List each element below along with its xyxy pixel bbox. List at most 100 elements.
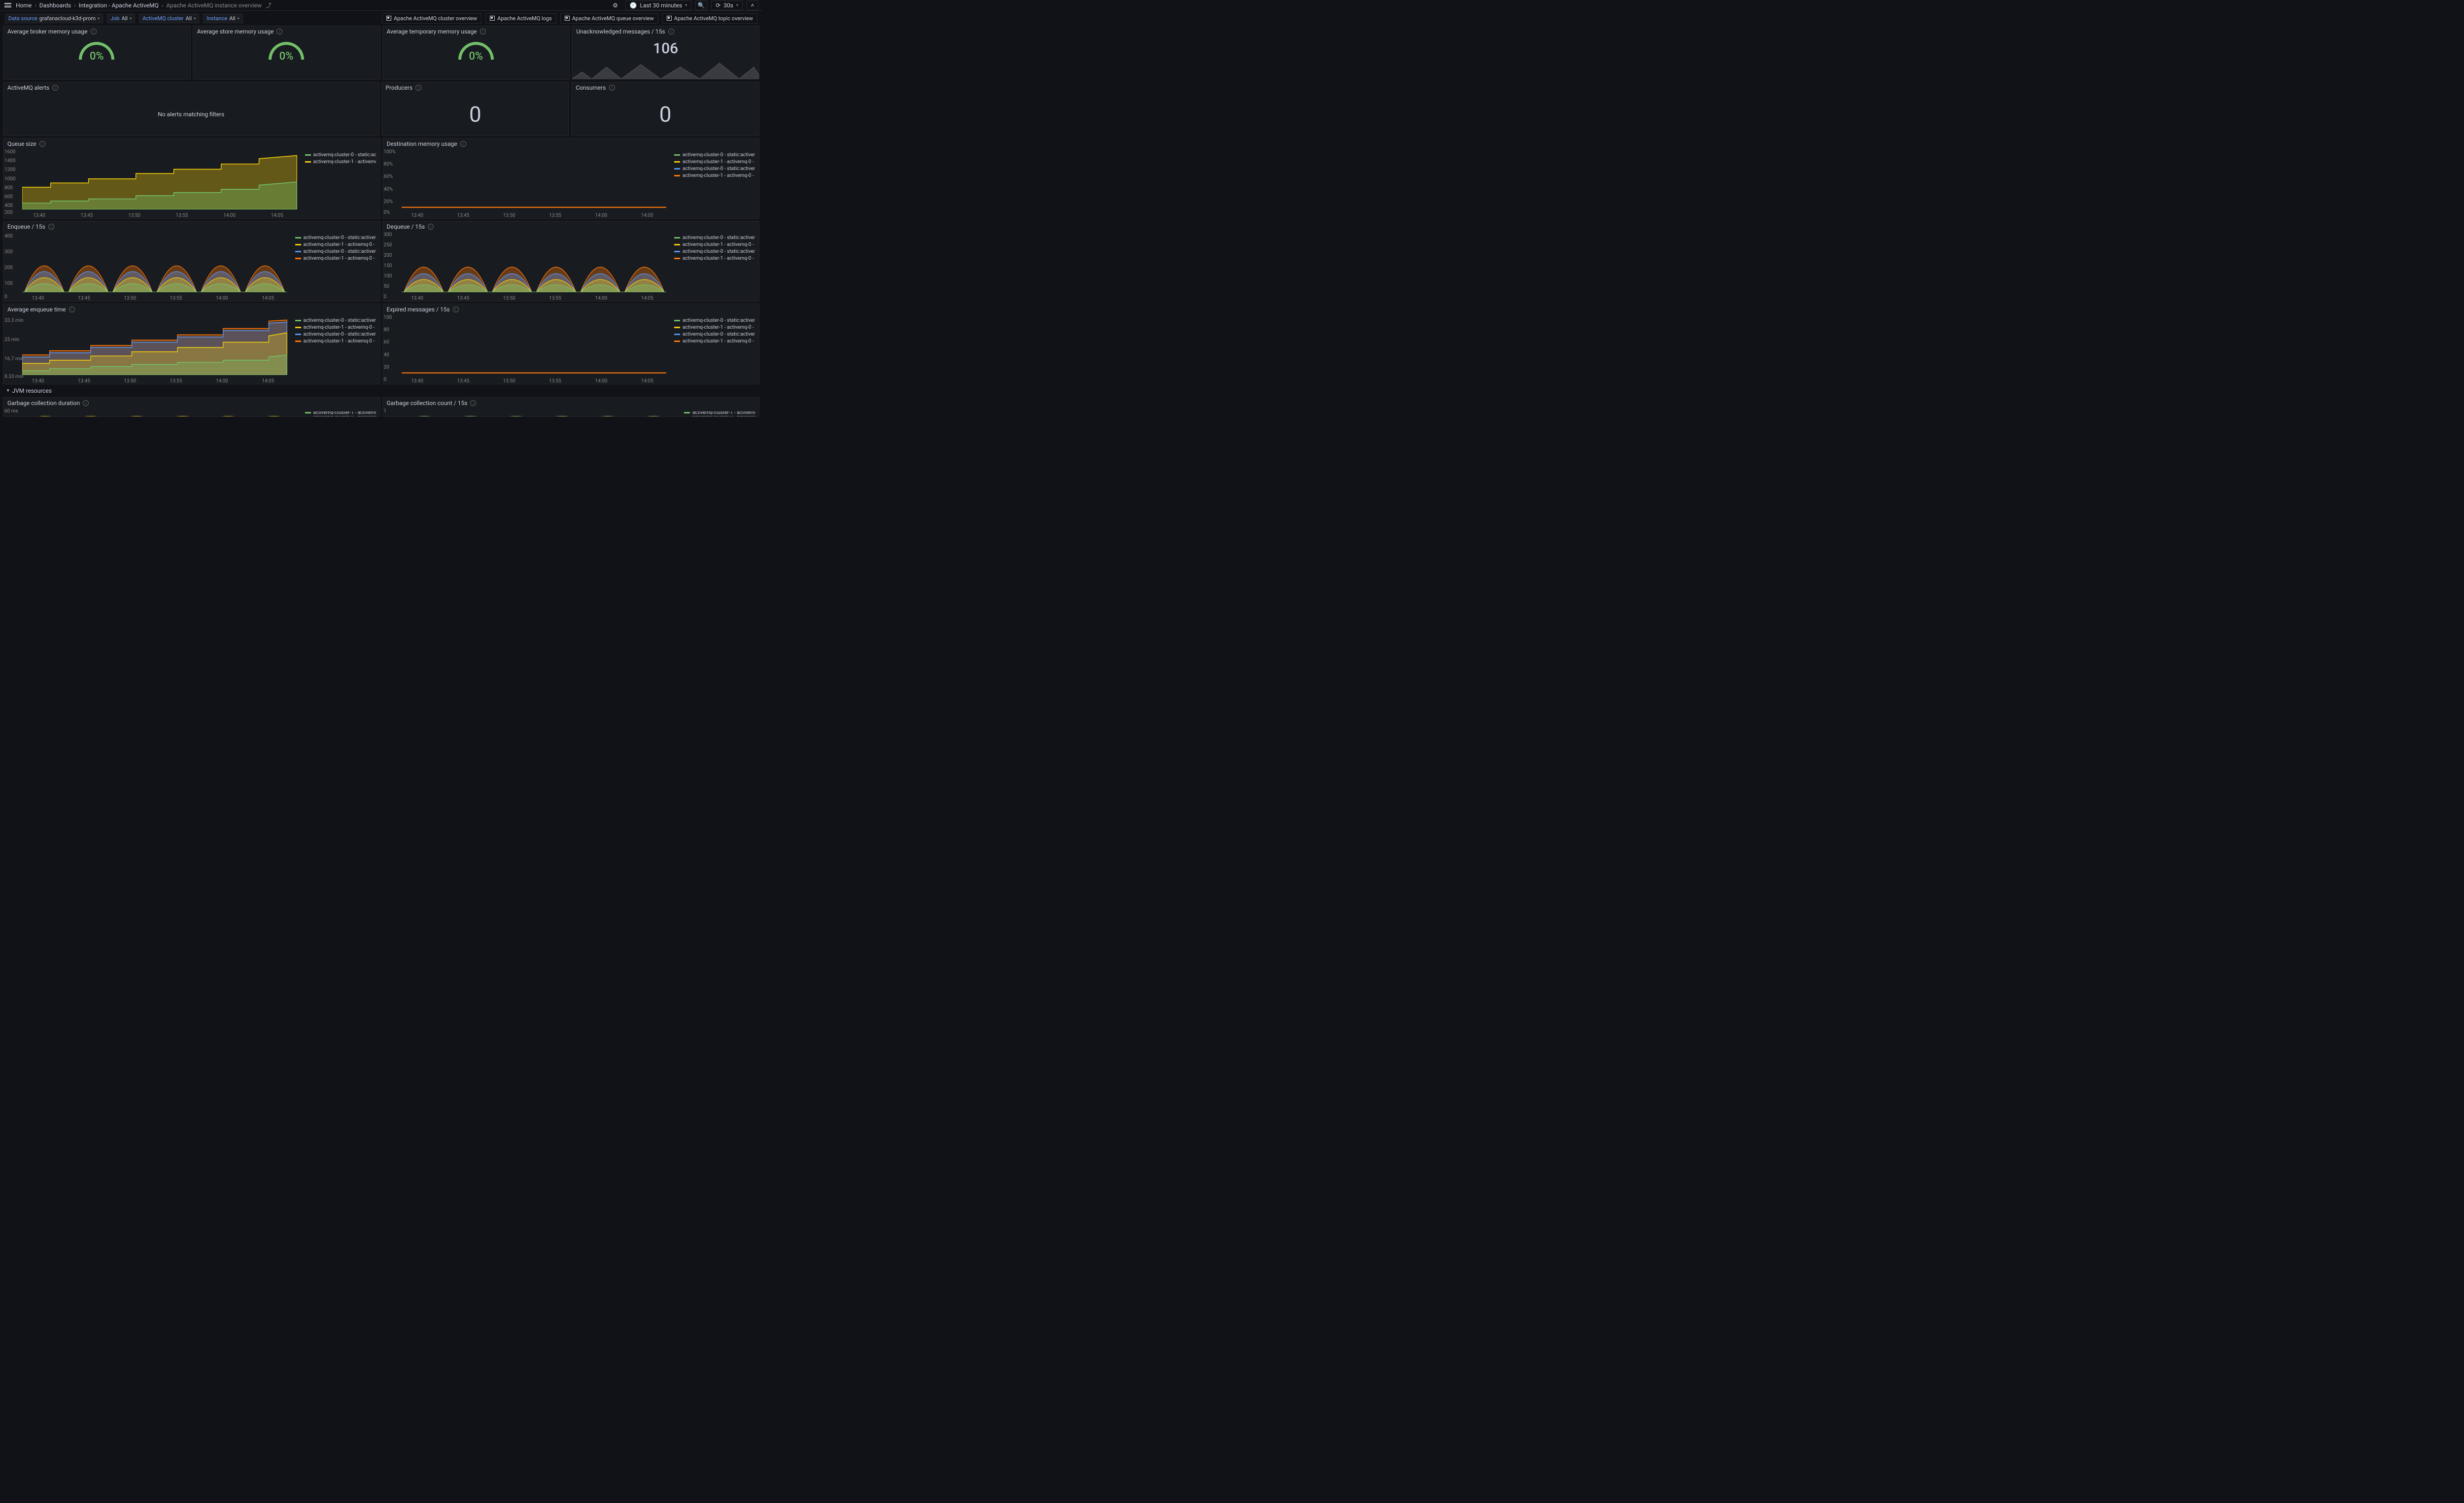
- legend-item[interactable]: activemq-cluster-1 - activemq-0 - queue: [674, 242, 755, 247]
- legend-item[interactable]: activemq-cluster-0 - static:activemq-0 -…: [295, 249, 376, 254]
- info-icon[interactable]: i: [668, 29, 674, 34]
- panel-consumers[interactable]: Consumersi 0: [571, 82, 759, 136]
- panel-title: Destination memory usage: [387, 140, 457, 147]
- legend-item[interactable]: activemq-cluster-0 - static:activemq-0 -…: [674, 152, 755, 158]
- panel-title: Dequeue / 15s: [387, 223, 425, 230]
- legend-item[interactable]: activemq-cluster-1 - activemq-0: [684, 411, 755, 414]
- legend-item[interactable]: activemq-cluster-1 - activemq-0: [305, 411, 376, 414]
- gauge-value: 0%: [82, 50, 111, 63]
- breadcrumb: Home› Dashboards› Integration - Apache A…: [16, 2, 262, 9]
- info-icon[interactable]: i: [83, 400, 89, 406]
- bc-current: Apache ActiveMQ instance overview: [166, 2, 262, 9]
- legend-item[interactable]: activemq-cluster-1 - activemq-0 - topic: [295, 256, 376, 261]
- panel-alerts[interactable]: ActiveMQ alertsi No alerts matching filt…: [3, 82, 379, 136]
- panel-title: Consumers: [576, 84, 606, 91]
- info-icon[interactable]: i: [609, 85, 615, 91]
- dashboard-grid: Average broker memory usagei 0% Average …: [0, 26, 762, 417]
- legend: activemq-cluster-0 - static:activemq-0 -…: [670, 149, 759, 218]
- bc-folder[interactable]: Integration - Apache ActiveMQ: [79, 2, 159, 9]
- info-icon[interactable]: i: [453, 307, 459, 312]
- panel-queue-size[interactable]: Queue sizei 1600140012001000800600400200…: [3, 138, 380, 219]
- gear-icon[interactable]: ⚙: [610, 0, 621, 10]
- legend-item[interactable]: activemq-cluster-1 - activemq-0 - topic: [674, 256, 755, 261]
- dashboard-icon: [386, 16, 391, 21]
- panel-title: Garbage collection duration: [7, 400, 80, 407]
- legend-item[interactable]: activemq-cluster-0 - static:activemq-0 -…: [674, 332, 755, 337]
- panel-gc-duration[interactable]: Garbage collection durationi 60 ms activ…: [3, 397, 380, 417]
- panel-producers[interactable]: Producersi 0: [381, 82, 570, 136]
- var-job[interactable]: JobAll▾: [107, 14, 135, 23]
- info-icon[interactable]: i: [39, 141, 45, 147]
- legend-item[interactable]: activemq-cluster-1 - activemq-0 - queue: [295, 242, 376, 247]
- zoom-out-icon[interactable]: 🔍: [695, 0, 707, 10]
- info-icon[interactable]: i: [48, 224, 54, 230]
- panel-broker-mem[interactable]: Average broker memory usagei 0%: [3, 26, 191, 80]
- legend-item[interactable]: activemq-cluster-1 - activemq-0 - topic: [674, 173, 755, 178]
- legend-item[interactable]: activemq-cluster-0 - static:activemq-0 -…: [674, 166, 755, 171]
- panel-title: Producers: [386, 84, 413, 91]
- legend-item[interactable]: activemq-cluster-0 - static:activemq-0 -…: [295, 332, 376, 337]
- info-icon[interactable]: i: [480, 29, 486, 34]
- legend-item[interactable]: activemq-cluster-1 - activemq-0 - queue: [674, 325, 755, 330]
- chevron-down-icon: ▾: [685, 3, 687, 7]
- panel-title: Average enqueue time: [7, 306, 66, 313]
- dashboard-icon: [490, 16, 495, 21]
- panel-enqueue[interactable]: Enqueue / 15si 4003002001000 13:4013:451…: [3, 221, 380, 302]
- var-data-source[interactable]: Data sourcegrafanacloud-k3d-prom▾: [5, 14, 103, 23]
- info-icon[interactable]: i: [470, 400, 476, 406]
- bc-dashboards[interactable]: Dashboards: [39, 2, 71, 9]
- legend-item[interactable]: activemq-cluster-0 - static:activemq-0: [305, 416, 376, 417]
- panel-dequeue[interactable]: Dequeue / 15si 300250200150100500 13:401…: [382, 221, 760, 302]
- legend-item[interactable]: activemq-cluster-0 - static:activemq-0 -…: [674, 318, 755, 323]
- legend-item[interactable]: activemq-cluster-0 - static:activemq-0 -…: [295, 318, 376, 323]
- panel-store-mem[interactable]: Average store memory usagei 0%: [193, 26, 380, 80]
- info-icon[interactable]: i: [415, 85, 421, 91]
- legend-item[interactable]: activemq-cluster-0 - static:activemq-0: [305, 152, 376, 158]
- chart-plot: 100%80%60%40%20%0% 13:4013:4513:5013:551…: [383, 149, 671, 218]
- legend-item[interactable]: activemq-cluster-0 - static:activemq-0 -…: [674, 235, 755, 240]
- menu-icon[interactable]: [4, 1, 12, 9]
- info-icon[interactable]: i: [460, 141, 466, 147]
- legend-item[interactable]: activemq-cluster-1 - activemq-0 - queue: [295, 325, 376, 330]
- legend-item[interactable]: activemq-cluster-1 - activemq-0 - topic: [295, 339, 376, 344]
- info-icon[interactable]: i: [428, 224, 434, 230]
- chevron-up-icon[interactable]: ˄: [747, 0, 758, 10]
- info-icon[interactable]: i: [91, 29, 97, 34]
- stat-value: 0: [572, 93, 759, 136]
- link-cluster-overview[interactable]: Apache ActiveMQ cluster overview: [382, 13, 481, 24]
- var-cluster[interactable]: ActiveMQ clusterAll▾: [139, 14, 199, 23]
- link-logs[interactable]: Apache ActiveMQ logs: [485, 13, 556, 24]
- refresh-picker[interactable]: ⟳ 30s ▾: [711, 0, 743, 10]
- panel-temp-mem[interactable]: Average temporary memory usagei 0%: [382, 26, 570, 80]
- legend-item[interactable]: activemq-cluster-1 - activemq-0: [305, 159, 376, 165]
- legend-item[interactable]: activemq-cluster-0 - static:activemq-0: [684, 416, 755, 417]
- link-topic-overview[interactable]: Apache ActiveMQ topic overview: [662, 13, 757, 24]
- row-jvm-resources[interactable]: ▾ JVM resources: [3, 386, 759, 395]
- legend-item[interactable]: activemq-cluster-0 - static:activemq-0 -…: [295, 235, 376, 240]
- panel-title: Expired messages / 15s: [387, 306, 450, 313]
- panel-unacknowledged[interactable]: Unacknowledged messages / 15si 106: [572, 26, 759, 80]
- panel-expired[interactable]: Expired messages / 15si 100806040200 13:…: [382, 304, 760, 384]
- info-icon[interactable]: i: [69, 307, 75, 312]
- legend-item[interactable]: activemq-cluster-1 - activemq-0 - queue: [674, 159, 755, 165]
- info-icon[interactable]: i: [52, 85, 58, 91]
- panel-dest-mem[interactable]: Destination memory usagei 100%80%60%40%2…: [382, 138, 760, 219]
- dashboard-icon: [667, 16, 672, 21]
- link-queue-overview[interactable]: Apache ActiveMQ queue overview: [560, 13, 658, 24]
- legend: activemq-cluster-0 - static:activemq-0 -…: [291, 315, 380, 384]
- legend-item[interactable]: activemq-cluster-1 - activemq-0 - topic: [674, 339, 755, 344]
- refresh-icon: ⟳: [716, 2, 720, 9]
- legend-item[interactable]: activemq-cluster-0 - static:activemq-0 -…: [674, 249, 755, 254]
- share-icon[interactable]: ⤴: [266, 1, 272, 9]
- legend: activemq-cluster-1 - activemq-0 activemq-…: [680, 409, 759, 417]
- var-instance[interactable]: InstanceAll▾: [203, 14, 243, 23]
- panel-title: Garbage collection count / 15s: [387, 400, 468, 407]
- panel-title: Queue size: [7, 140, 36, 147]
- panel-title: Average temporary memory usage: [387, 28, 477, 35]
- panel-gc-count[interactable]: Garbage collection count / 15si 1 active…: [382, 397, 760, 417]
- chart-plot: 4003002001000 13:4013:4513:5013:5514:001…: [3, 232, 291, 301]
- bc-home[interactable]: Home: [16, 2, 32, 9]
- info-icon[interactable]: i: [276, 29, 282, 34]
- panel-avg-enqueue[interactable]: Average enqueue timei 33.3 min25 min16.7…: [3, 304, 380, 384]
- time-range-picker[interactable]: 🕘 Last 30 minutes ▾: [625, 0, 692, 10]
